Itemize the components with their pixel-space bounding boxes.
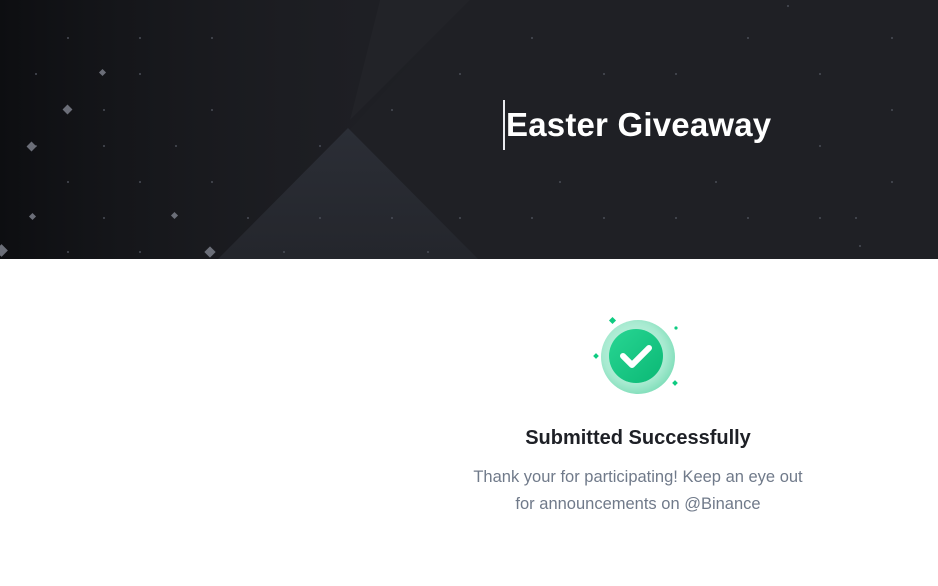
submission-result: Submitted Successfully Thank your for pa… [0, 259, 938, 586]
check-circle-icon [593, 316, 678, 394]
page-title: Easter Giveaway [506, 106, 772, 143]
text-cursor [503, 100, 505, 150]
success-message: Thank your for participating! Keep an ey… [473, 468, 803, 513]
hero-background-pattern [0, 0, 938, 259]
hero-title-container: Easter Giveaway [503, 100, 771, 150]
success-title: Submitted Successfully [525, 427, 751, 449]
hero-banner: Easter Giveaway [0, 0, 938, 259]
